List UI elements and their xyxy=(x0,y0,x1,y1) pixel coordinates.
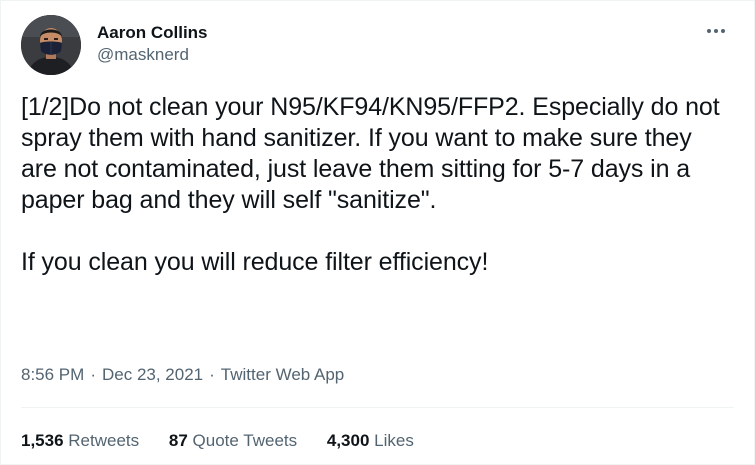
author-handle[interactable]: @masknerd xyxy=(97,44,208,66)
tweet-time[interactable]: 8:56 PM xyxy=(21,365,84,384)
retweets-label: Retweets xyxy=(68,431,140,450)
likes-label: Likes xyxy=(374,431,414,450)
quote-tweets-count: 87 xyxy=(168,431,188,450)
more-horizontal-icon xyxy=(707,29,725,33)
divider xyxy=(21,407,734,408)
tweet-card: Aaron Collins @masknerd [1/2]Do not clea… xyxy=(0,0,755,465)
quote-tweets-label: Quote Tweets xyxy=(192,431,298,450)
author-display-name[interactable]: Aaron Collins xyxy=(97,22,208,44)
likes-stat[interactable]: 4,300 Likes xyxy=(327,429,414,453)
likes-count: 4,300 xyxy=(326,431,370,450)
meta-separator: · xyxy=(90,365,96,384)
tweet-meta: 8:56 PM · Dec 23, 2021 · Twitter Web App xyxy=(21,363,344,387)
tweet-text: [1/2]Do not clean your N95/KF94/KN95/FFP… xyxy=(21,93,720,276)
tweet-date[interactable]: Dec 23, 2021 xyxy=(102,365,203,384)
tweet-source[interactable]: Twitter Web App xyxy=(221,365,344,384)
tweet-header: Aaron Collins @masknerd xyxy=(21,15,734,79)
more-options-button[interactable] xyxy=(702,21,730,41)
avatar-image xyxy=(21,15,81,75)
tweet-stats: 1,536 Retweets 87 Quote Tweets 4,300 Lik… xyxy=(21,429,439,453)
retweets-stat[interactable]: 1,536 Retweets xyxy=(21,429,139,453)
avatar[interactable] xyxy=(21,15,81,75)
quote-tweets-stat[interactable]: 87 Quote Tweets xyxy=(169,429,297,453)
meta-separator: · xyxy=(209,365,215,384)
retweets-count: 1,536 xyxy=(21,431,64,450)
author-names: Aaron Collins @masknerd xyxy=(97,22,208,66)
